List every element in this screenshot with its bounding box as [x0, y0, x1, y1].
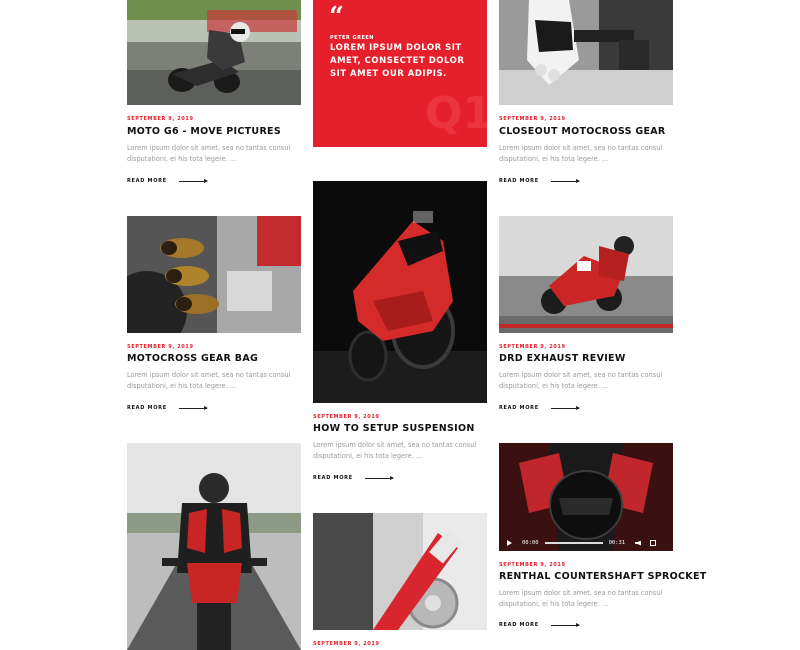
- post-title[interactable]: HOW TO SETUP SUSPENSION: [313, 423, 475, 434]
- post-date: SEPTEMBER 9, 2019: [499, 344, 566, 350]
- post-excerpt: Lorem ipsum dolor sit amet, sea no tanta…: [313, 441, 477, 460]
- post-image-track-rider[interactable]: [127, 0, 301, 105]
- post-image-rider-rear[interactable]: [127, 443, 301, 650]
- post-date: SEPTEMBER 9, 2019: [313, 414, 380, 420]
- post-date: SEPTEMBER 9, 2019: [127, 344, 194, 350]
- read-more-link[interactable]: READ MORE: [127, 178, 208, 184]
- arrow-right-icon: [550, 405, 580, 410]
- read-more-label: READ MORE: [499, 178, 539, 184]
- post-image-gloves[interactable]: [499, 0, 673, 105]
- post-title[interactable]: RENTHAL COUNTERSHAFT SPROCKET: [499, 571, 707, 582]
- post-excerpt: Lorem ipsum dolor sit amet, sea no tanta…: [499, 144, 663, 163]
- read-more-label: READ MORE: [127, 178, 167, 184]
- read-more-link[interactable]: READ MORE: [499, 622, 580, 628]
- read-more-link[interactable]: READ MORE: [499, 178, 580, 184]
- quote-text: LOREM IPSUM DOLOR SIT AMET, CONSECTET DO…: [330, 43, 465, 79]
- arrow-right-icon: [178, 405, 208, 410]
- read-more-label: READ MORE: [127, 405, 167, 411]
- read-more-link[interactable]: READ MORE: [499, 405, 580, 411]
- quote-mark-icon: “: [329, 2, 344, 32]
- volume-icon[interactable]: [635, 540, 642, 546]
- arrow-right-icon: [178, 178, 208, 183]
- post-excerpt: Lorem ipsum dolor sit amet, sea no tanta…: [499, 589, 663, 608]
- post-excerpt: Lorem ipsum dolor sit amet, sea no tanta…: [127, 371, 291, 390]
- quote-author: PETER GREEN: [330, 35, 374, 41]
- post-date: SEPTEMBER 9, 2019: [499, 116, 566, 122]
- post-image-keychain[interactable]: [313, 513, 487, 630]
- post-date: SEPTEMBER 9, 2019: [499, 562, 566, 568]
- post-video-player[interactable]: 00:00 00:31: [499, 443, 673, 551]
- arrow-right-icon: [364, 475, 394, 480]
- read-more-label: READ MORE: [313, 475, 353, 481]
- post-excerpt: Lorem ipsum dolor sit amet, sea no tanta…: [499, 371, 663, 390]
- post-image-sportbike[interactable]: [313, 181, 487, 403]
- video-duration: 00:31: [608, 540, 626, 546]
- post-image-racer-lean[interactable]: [499, 216, 673, 333]
- post-image-exhaust[interactable]: [127, 216, 301, 333]
- post-title[interactable]: MOTOCROSS GEAR BAG: [127, 353, 258, 364]
- post-title[interactable]: DRD EXHAUST REVIEW: [499, 353, 626, 364]
- post-title[interactable]: CLOSEOUT MOTOCROSS GEAR: [499, 126, 666, 137]
- read-more-label: READ MORE: [499, 405, 539, 411]
- video-controls: 00:00 00:31: [499, 535, 673, 551]
- fullscreen-icon[interactable]: [650, 540, 657, 546]
- arrow-right-icon: [550, 622, 580, 627]
- arrow-right-icon: [550, 178, 580, 183]
- post-excerpt: Lorem ipsum dolor sit amet, sea no tanta…: [127, 144, 291, 163]
- video-progress-bar[interactable]: [544, 542, 603, 544]
- read-more-link[interactable]: READ MORE: [313, 475, 394, 481]
- read-more-label: READ MORE: [499, 622, 539, 628]
- read-more-link[interactable]: READ MORE: [127, 405, 208, 411]
- video-current-time: 00:00: [522, 540, 539, 546]
- post-date: SEPTEMBER 9, 2019: [313, 641, 380, 647]
- post-date: SEPTEMBER 9, 2019: [127, 116, 194, 122]
- quote-watermark: Q1: [425, 88, 487, 139]
- post-title[interactable]: MOTO G6 - MOVE PICTURES: [127, 126, 281, 137]
- play-icon[interactable]: [507, 540, 512, 546]
- quote-card: “ PETER GREEN LOREM IPSUM DOLOR SIT AMET…: [313, 0, 487, 147]
